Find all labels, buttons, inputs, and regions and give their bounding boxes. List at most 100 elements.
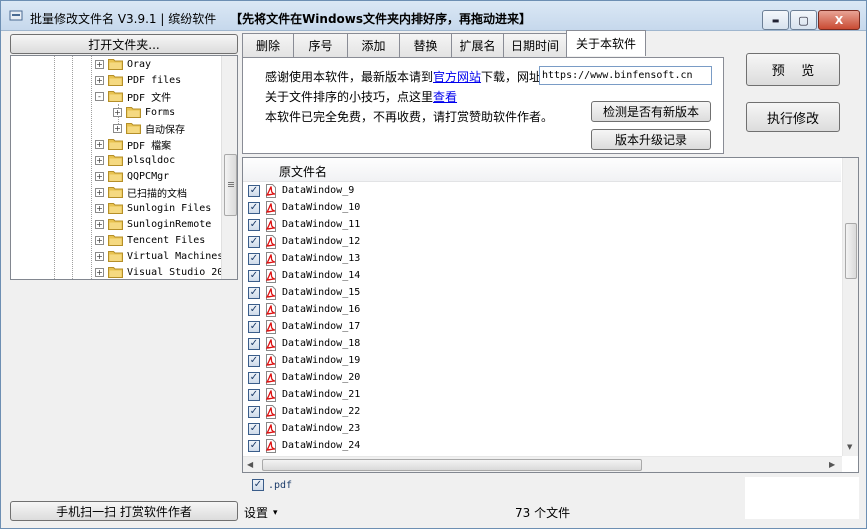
file-checkbox[interactable]: ✓: [248, 405, 260, 418]
list-hscrollbar-thumb[interactable]: [262, 459, 642, 471]
collapse-icon[interactable]: -: [95, 91, 104, 101]
file-list[interactable]: 原文件名 ✓ DataWindow_9 ✓ DataWindow_10 ✓ DataWin…: [242, 157, 859, 473]
tree-item[interactable]: + PDF 檔案: [95, 136, 171, 152]
expand-icon[interactable]: +: [95, 203, 104, 213]
sort-tips-link[interactable]: 查看: [433, 90, 457, 104]
changelog-button[interactable]: 版本升级记录: [591, 129, 711, 150]
file-checkbox[interactable]: ✓: [248, 201, 260, 214]
file-row[interactable]: ✓ DataWindow_21: [248, 386, 360, 403]
file-row[interactable]: ✓ DataWindow_9: [248, 182, 354, 199]
tree-item[interactable]: + PDF files: [95, 72, 181, 88]
file-checkbox[interactable]: ✓: [248, 354, 260, 367]
tab-replace[interactable]: 替换: [399, 33, 452, 57]
tree-item[interactable]: - PDF 文件: [95, 88, 171, 104]
column-header-original-name[interactable]: 原文件名: [279, 163, 327, 180]
settings-menu[interactable]: 设置 ▾: [244, 504, 278, 521]
scroll-right-icon[interactable]: ▶: [829, 460, 835, 469]
tab-about[interactable]: 关于本软件: [566, 30, 646, 56]
check-update-button[interactable]: 检测是否有新版本: [591, 101, 711, 122]
file-row[interactable]: ✓ DataWindow_11: [248, 216, 360, 233]
donate-button[interactable]: 手机扫一扫 打赏软件作者: [10, 501, 238, 521]
tree-item[interactable]: + Visual Studio 20: [95, 264, 223, 279]
file-row[interactable]: ✓ DataWindow_10: [248, 199, 360, 216]
tree-item[interactable]: + QQPCMgr: [95, 168, 169, 184]
file-row[interactable]: ✓ DataWindow_22: [248, 403, 360, 420]
file-checkbox[interactable]: ✓: [248, 320, 260, 333]
list-vscrollbar-thumb[interactable]: [845, 223, 857, 279]
tree-item[interactable]: + SunloginRemote: [95, 216, 211, 232]
maximize-button[interactable]: ▢: [790, 10, 817, 30]
list-vscrollbar[interactable]: ▼: [842, 158, 858, 456]
scroll-left-icon[interactable]: ◀: [247, 460, 253, 469]
tab-extension[interactable]: 扩展名: [451, 33, 504, 57]
file-row[interactable]: ✓ DataWindow_20: [248, 369, 360, 386]
pdf-file-icon: [265, 234, 276, 249]
file-row[interactable]: ✓ DataWindow_23: [248, 420, 360, 437]
tree-item[interactable]: + 自动保存: [113, 120, 185, 136]
file-checkbox[interactable]: ✓: [248, 388, 260, 401]
scroll-down-icon[interactable]: ▼: [847, 443, 852, 451]
file-checkbox[interactable]: ✓: [248, 218, 260, 231]
tree-scrollbar[interactable]: [221, 56, 237, 279]
check-update-label: 检测是否有新版本: [602, 105, 699, 119]
title-bar[interactable]: 批量修改文件名 V3.9.1 | 缤纷软件 【先将文件在Windows文件夹内排…: [1, 1, 866, 31]
expand-icon[interactable]: +: [95, 75, 104, 85]
extension-filter[interactable]: ✓ .pdf: [252, 479, 292, 491]
file-checkbox[interactable]: ✓: [248, 439, 260, 452]
tree-item[interactable]: + Forms: [113, 104, 175, 120]
extension-checkbox[interactable]: ✓: [252, 479, 264, 491]
tab-datetime[interactable]: 日期时间: [503, 33, 567, 57]
tree-item[interactable]: + 已扫描的文档: [95, 184, 187, 200]
close-button[interactable]: X: [818, 10, 860, 30]
settings-label: 设置: [244, 506, 269, 520]
file-row[interactable]: ✓ DataWindow_13: [248, 250, 360, 267]
file-row[interactable]: ✓ DataWindow_17: [248, 318, 360, 335]
expand-icon[interactable]: +: [95, 267, 104, 277]
file-row[interactable]: ✓ DataWindow_24: [248, 437, 360, 454]
preview-button[interactable]: 预 览: [746, 53, 840, 86]
file-row[interactable]: ✓ DataWindow_18: [248, 335, 360, 352]
tree-item[interactable]: + Oray: [95, 56, 151, 72]
open-folder-button[interactable]: 打开文件夹...: [10, 34, 238, 54]
tree-item[interactable]: + Virtual Machines: [95, 248, 223, 264]
expand-icon[interactable]: +: [95, 235, 104, 245]
expand-icon[interactable]: +: [95, 219, 104, 229]
tab-add[interactable]: 添加: [347, 33, 400, 57]
file-checkbox[interactable]: ✓: [248, 286, 260, 299]
expand-icon[interactable]: +: [113, 107, 122, 117]
expand-icon[interactable]: +: [95, 171, 104, 181]
execute-button[interactable]: 执行修改: [746, 102, 840, 132]
file-checkbox[interactable]: ✓: [248, 269, 260, 282]
file-checkbox[interactable]: ✓: [248, 235, 260, 248]
url-field[interactable]: [539, 66, 712, 85]
expand-icon[interactable]: +: [95, 187, 104, 197]
tab-delete[interactable]: 删除: [242, 33, 294, 57]
list-hscrollbar[interactable]: ◀ ▶: [243, 456, 842, 472]
expand-icon[interactable]: +: [95, 155, 104, 165]
expand-icon[interactable]: +: [95, 59, 104, 69]
file-checkbox[interactable]: ✓: [248, 303, 260, 316]
expand-icon[interactable]: +: [95, 139, 104, 149]
tree-item[interactable]: + Sunlogin Files: [95, 200, 211, 216]
file-row[interactable]: ✓ DataWindow_15: [248, 284, 360, 301]
expand-icon[interactable]: +: [113, 123, 122, 133]
file-checkbox[interactable]: ✓: [248, 337, 260, 350]
file-row[interactable]: ✓ DataWindow_19: [248, 352, 360, 369]
minimize-button[interactable]: ▬: [762, 10, 789, 30]
tree-scrollbar-thumb[interactable]: [224, 154, 237, 216]
check-icon: ✓: [249, 252, 259, 264]
file-checkbox[interactable]: ✓: [248, 184, 260, 197]
expand-icon[interactable]: +: [95, 251, 104, 261]
file-checkbox[interactable]: ✓: [248, 422, 260, 435]
folder-tree[interactable]: + Oray + PDF files - PDF 文件 + Forms + 自动保存 + PDF 檔案…: [10, 55, 238, 280]
check-icon: ✓: [249, 269, 259, 281]
file-row[interactable]: ✓ DataWindow_16: [248, 301, 360, 318]
official-site-link[interactable]: 官方网站: [433, 70, 481, 84]
file-checkbox[interactable]: ✓: [248, 252, 260, 265]
tree-item[interactable]: + plsqldoc: [95, 152, 175, 168]
file-row[interactable]: ✓ DataWindow_14: [248, 267, 360, 284]
tree-item[interactable]: + Tencent Files: [95, 232, 205, 248]
file-row[interactable]: ✓ DataWindow_12: [248, 233, 360, 250]
tab-sequence[interactable]: 序号: [293, 33, 348, 57]
file-checkbox[interactable]: ✓: [248, 371, 260, 384]
